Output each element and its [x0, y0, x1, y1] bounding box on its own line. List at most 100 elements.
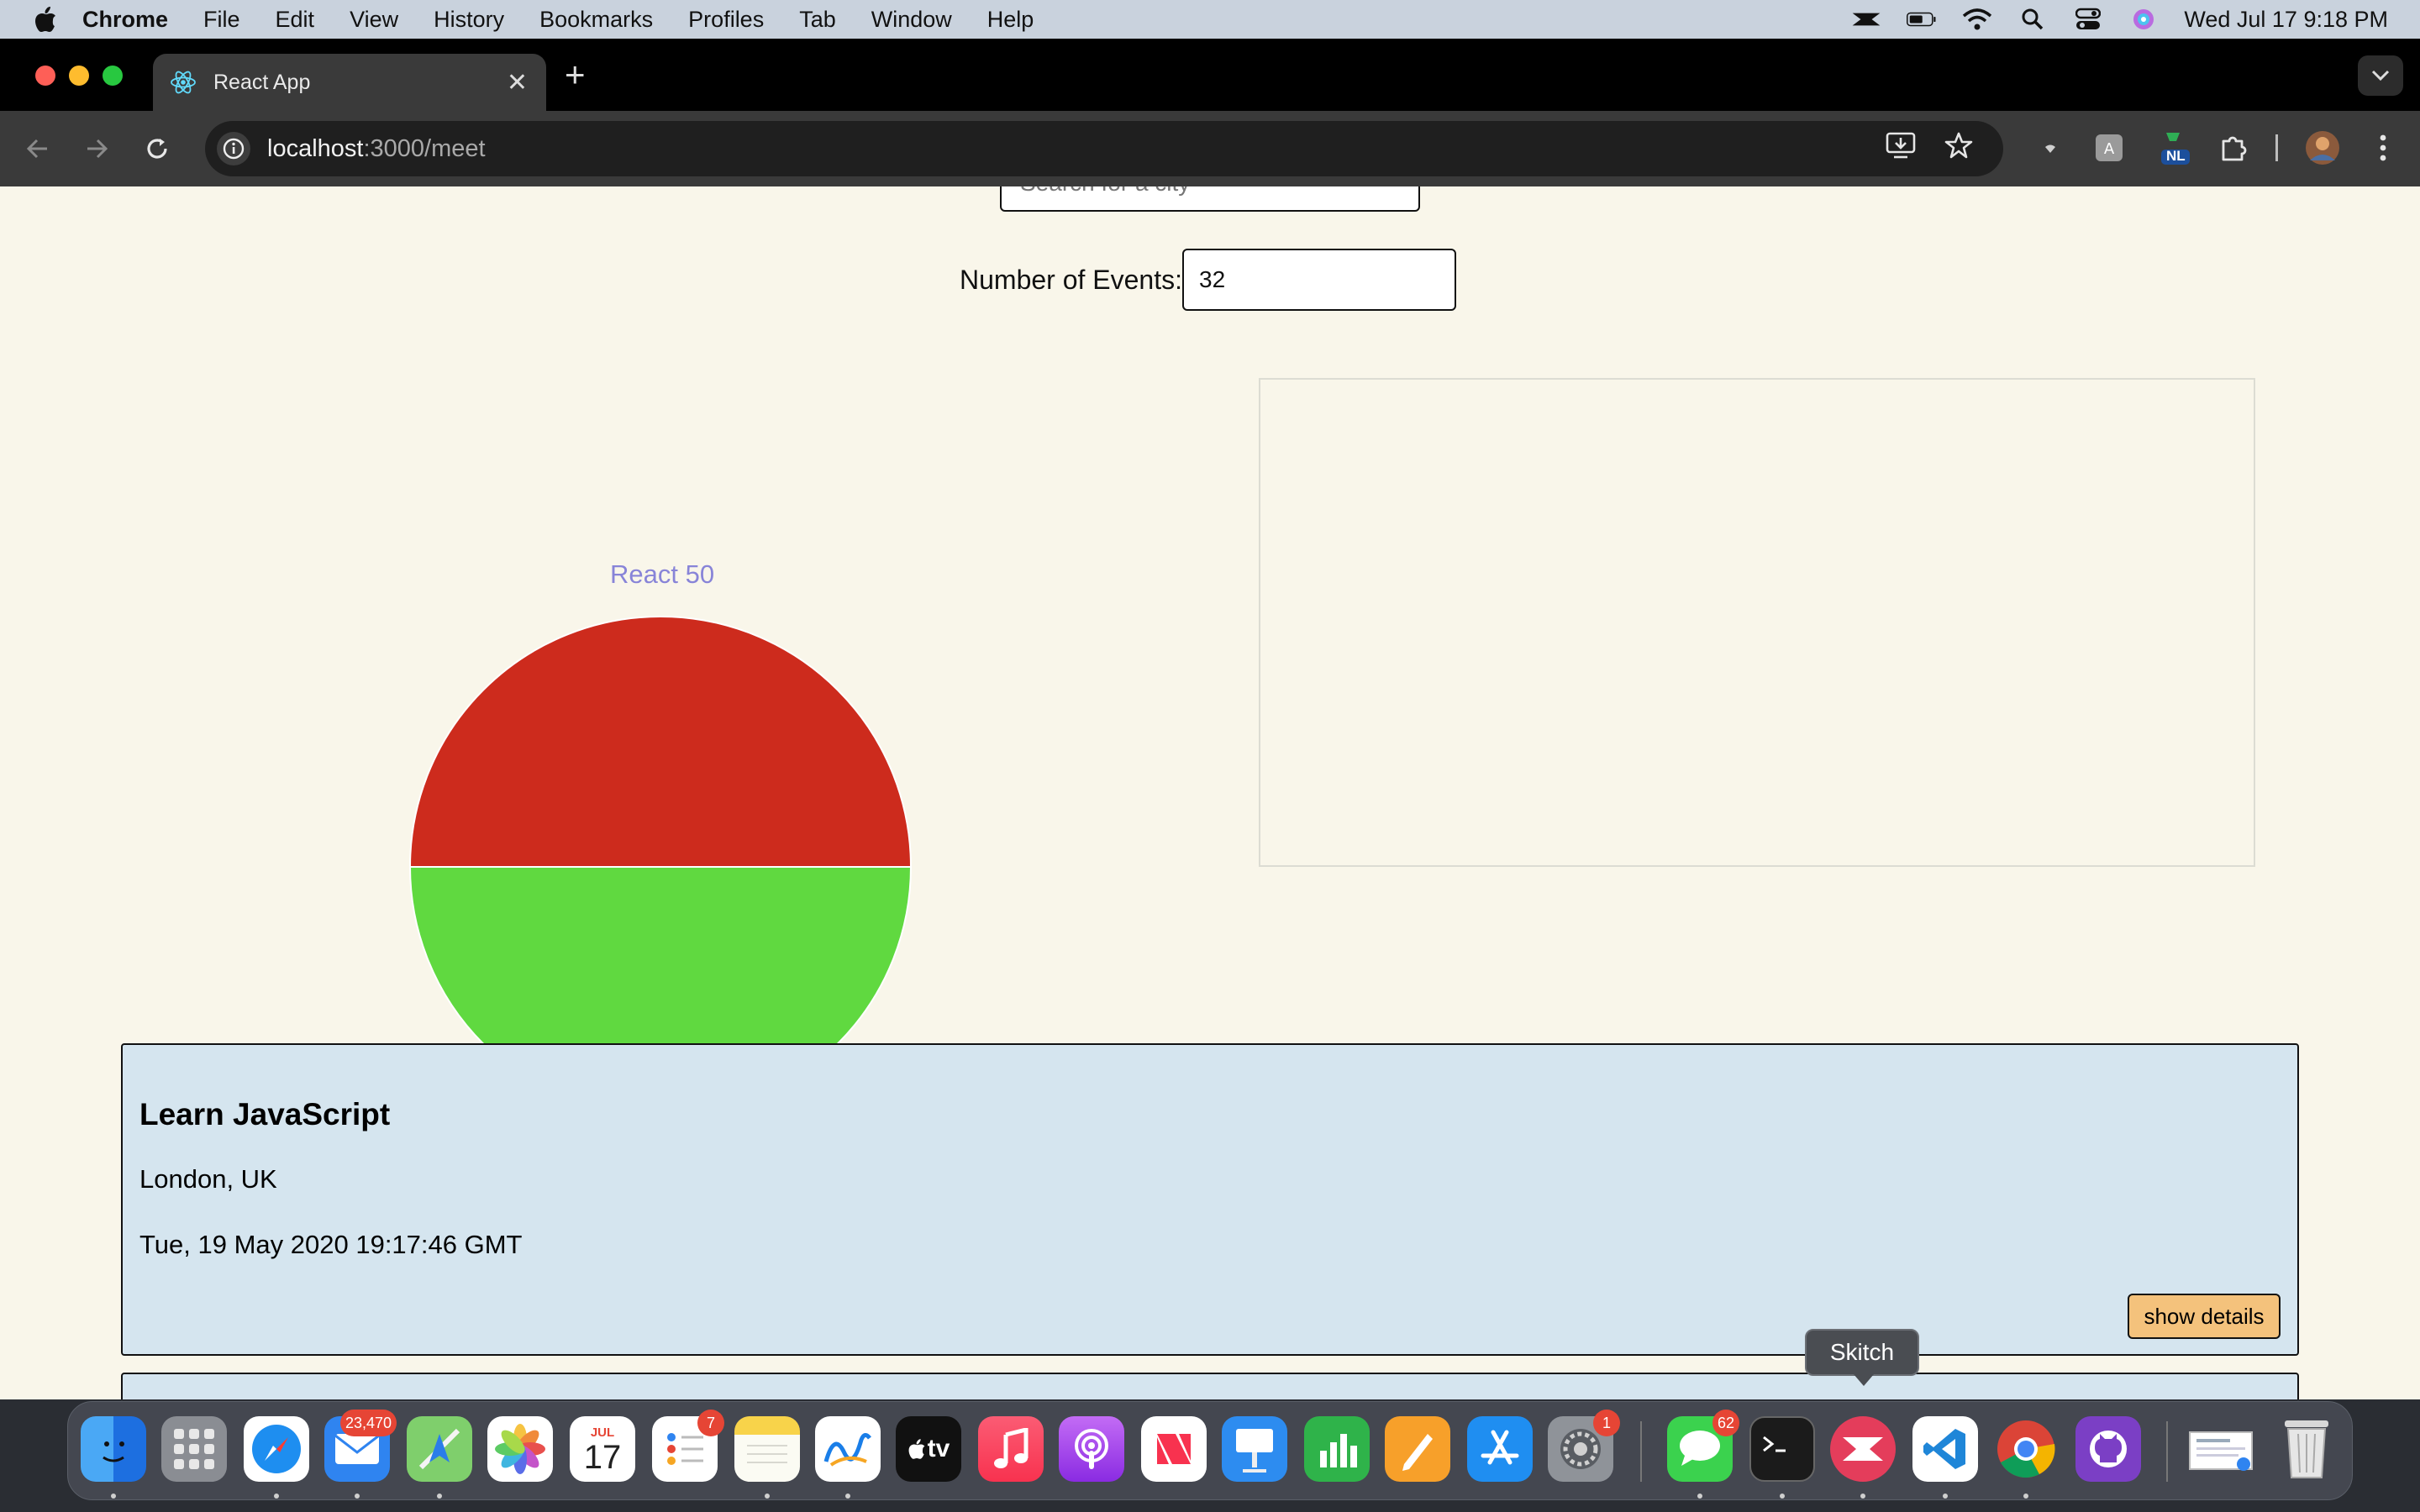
- safari-icon[interactable]: [244, 1416, 309, 1482]
- numbers-icon[interactable]: [1304, 1416, 1370, 1482]
- back-button[interactable]: [20, 131, 55, 166]
- extension-nl-icon[interactable]: NL: [2153, 128, 2193, 168]
- skitch-status-icon[interactable]: [1851, 8, 1881, 31]
- skitch-icon[interactable]: [1830, 1416, 1896, 1482]
- bookmark-star-icon[interactable]: [1944, 131, 1973, 166]
- toolbar-divider: [2275, 134, 2278, 161]
- messages-icon[interactable]: 62: [1667, 1410, 1739, 1482]
- apple-tv-icon[interactable]: tv: [896, 1416, 961, 1482]
- menu-window[interactable]: Window: [871, 7, 952, 33]
- screenshot-preview-icon[interactable]: [2188, 1416, 2254, 1482]
- extension-wifi-icon[interactable]: [2030, 128, 2070, 168]
- terminal-icon[interactable]: [1749, 1416, 1815, 1482]
- news-icon[interactable]: [1141, 1416, 1207, 1482]
- address-bar[interactable]: localhost:3000/meet: [205, 121, 2003, 176]
- finder-icon[interactable]: [81, 1416, 146, 1482]
- scatter-chart-area: [1259, 378, 2255, 867]
- extensions-puzzle-icon[interactable]: [2213, 128, 2254, 168]
- messages-badge: 62: [1712, 1410, 1739, 1436]
- event-time: Tue, 19 May 2020 19:17:46 GMT: [139, 1230, 523, 1259]
- reload-button[interactable]: [139, 131, 175, 166]
- calendar-icon[interactable]: JUL 17: [570, 1416, 635, 1482]
- freeform-icon[interactable]: [815, 1416, 881, 1482]
- install-app-icon[interactable]: [1886, 131, 1916, 166]
- number-of-events-input[interactable]: [1182, 249, 1456, 311]
- pie-slice-react[interactable]: [408, 616, 913, 868]
- maps-icon[interactable]: [407, 1416, 472, 1482]
- menu-view[interactable]: View: [350, 7, 398, 33]
- tab-close-icon[interactable]: ✕: [507, 68, 528, 97]
- dock-running-indicator: [765, 1494, 770, 1499]
- siri-icon[interactable]: [2128, 8, 2159, 31]
- vscode-icon[interactable]: [1912, 1416, 1978, 1482]
- window-close-button[interactable]: [35, 66, 55, 86]
- chrome-icon[interactable]: [1993, 1416, 2059, 1482]
- extension-translate-icon[interactable]: A: [2089, 128, 2129, 168]
- macos-menu-bar: Chrome File Edit View History Bookmarks …: [0, 0, 2420, 39]
- mail-badge: 23,470: [339, 1410, 397, 1436]
- show-details-button[interactable]: show details: [2128, 1294, 2281, 1339]
- launchpad-icon[interactable]: [161, 1416, 227, 1482]
- dock-running-indicator: [355, 1494, 360, 1499]
- mail-icon[interactable]: 23,470: [324, 1410, 397, 1482]
- music-icon[interactable]: [978, 1416, 1044, 1482]
- tab-search-button[interactable]: [2358, 55, 2403, 96]
- menu-tab[interactable]: Tab: [799, 7, 836, 33]
- pages-icon[interactable]: [1385, 1416, 1450, 1482]
- menu-edit[interactable]: Edit: [276, 7, 315, 33]
- dock-tooltip-arrow: [1854, 1374, 1874, 1386]
- menu-app-name[interactable]: Chrome: [82, 7, 168, 33]
- site-info-icon[interactable]: [217, 132, 250, 165]
- extension-badge: NL: [2166, 148, 2186, 164]
- reminders-badge: 7: [697, 1410, 724, 1436]
- menu-help[interactable]: Help: [987, 7, 1034, 33]
- spotlight-search-icon[interactable]: [2018, 8, 2048, 31]
- react-logo-icon: [171, 71, 196, 94]
- menu-file[interactable]: File: [203, 7, 240, 33]
- github-desktop-icon[interactable]: [2075, 1416, 2141, 1482]
- menu-bookmarks[interactable]: Bookmarks: [539, 7, 653, 33]
- dock-running-indicator: [845, 1494, 850, 1499]
- wifi-icon[interactable]: [1962, 8, 1992, 31]
- podcasts-icon[interactable]: [1059, 1416, 1124, 1482]
- keynote-icon[interactable]: [1222, 1416, 1287, 1482]
- window-minimize-button[interactable]: [69, 66, 89, 86]
- system-settings-icon[interactable]: 1: [1548, 1410, 1620, 1482]
- svg-text:A: A: [2104, 140, 2115, 158]
- dock-running-indicator: [1697, 1494, 1702, 1499]
- control-center-icon[interactable]: [2073, 8, 2103, 31]
- photos-icon[interactable]: [487, 1416, 553, 1482]
- dock-running-indicator: [1860, 1494, 1865, 1499]
- battery-icon[interactable]: [1907, 8, 1937, 31]
- reminders-icon[interactable]: 7: [652, 1410, 724, 1482]
- pie-label-react: React 50: [610, 559, 714, 589]
- notes-icon[interactable]: [734, 1416, 800, 1482]
- city-search-input[interactable]: [1000, 186, 1420, 212]
- event-card: Learn JavaScript London, UK Tue, 19 May …: [121, 1043, 2299, 1356]
- profile-avatar[interactable]: [2302, 128, 2343, 168]
- app-store-icon[interactable]: [1467, 1416, 1533, 1482]
- number-of-events-label: Number of Events:: [960, 264, 1182, 295]
- trash-icon[interactable]: [2274, 1416, 2339, 1482]
- window-zoom-button[interactable]: [103, 66, 123, 86]
- dock-tooltip: Skitch: [1805, 1329, 1919, 1376]
- dock-running-indicator: [111, 1494, 116, 1499]
- menubar-clock[interactable]: Wed Jul 17 9:18 PM: [2184, 7, 2388, 33]
- event-card-next: [121, 1373, 2299, 1403]
- chrome-menu-icon[interactable]: [2363, 128, 2403, 168]
- menu-profiles[interactable]: Profiles: [688, 7, 764, 33]
- app-page: Number of Events: React 50JavaScript 50 …: [0, 186, 2420, 1403]
- dock-running-indicator: [437, 1494, 442, 1499]
- new-tab-button[interactable]: +: [565, 57, 586, 92]
- arrow-left-icon: [26, 139, 47, 159]
- calendar-month: JUL: [590, 1425, 615, 1440]
- menu-history[interactable]: History: [434, 7, 504, 33]
- dock-separator: [1640, 1421, 1642, 1482]
- browser-tab-active[interactable]: React App ✕: [153, 54, 546, 111]
- url-text[interactable]: localhost:3000/meet: [267, 135, 486, 163]
- settings-badge: 1: [1593, 1410, 1620, 1436]
- forward-button[interactable]: [79, 131, 114, 166]
- apple-logo-icon[interactable]: [34, 6, 57, 33]
- dock-running-indicator: [274, 1494, 279, 1499]
- number-of-events-row: Number of Events:: [960, 249, 1456, 311]
